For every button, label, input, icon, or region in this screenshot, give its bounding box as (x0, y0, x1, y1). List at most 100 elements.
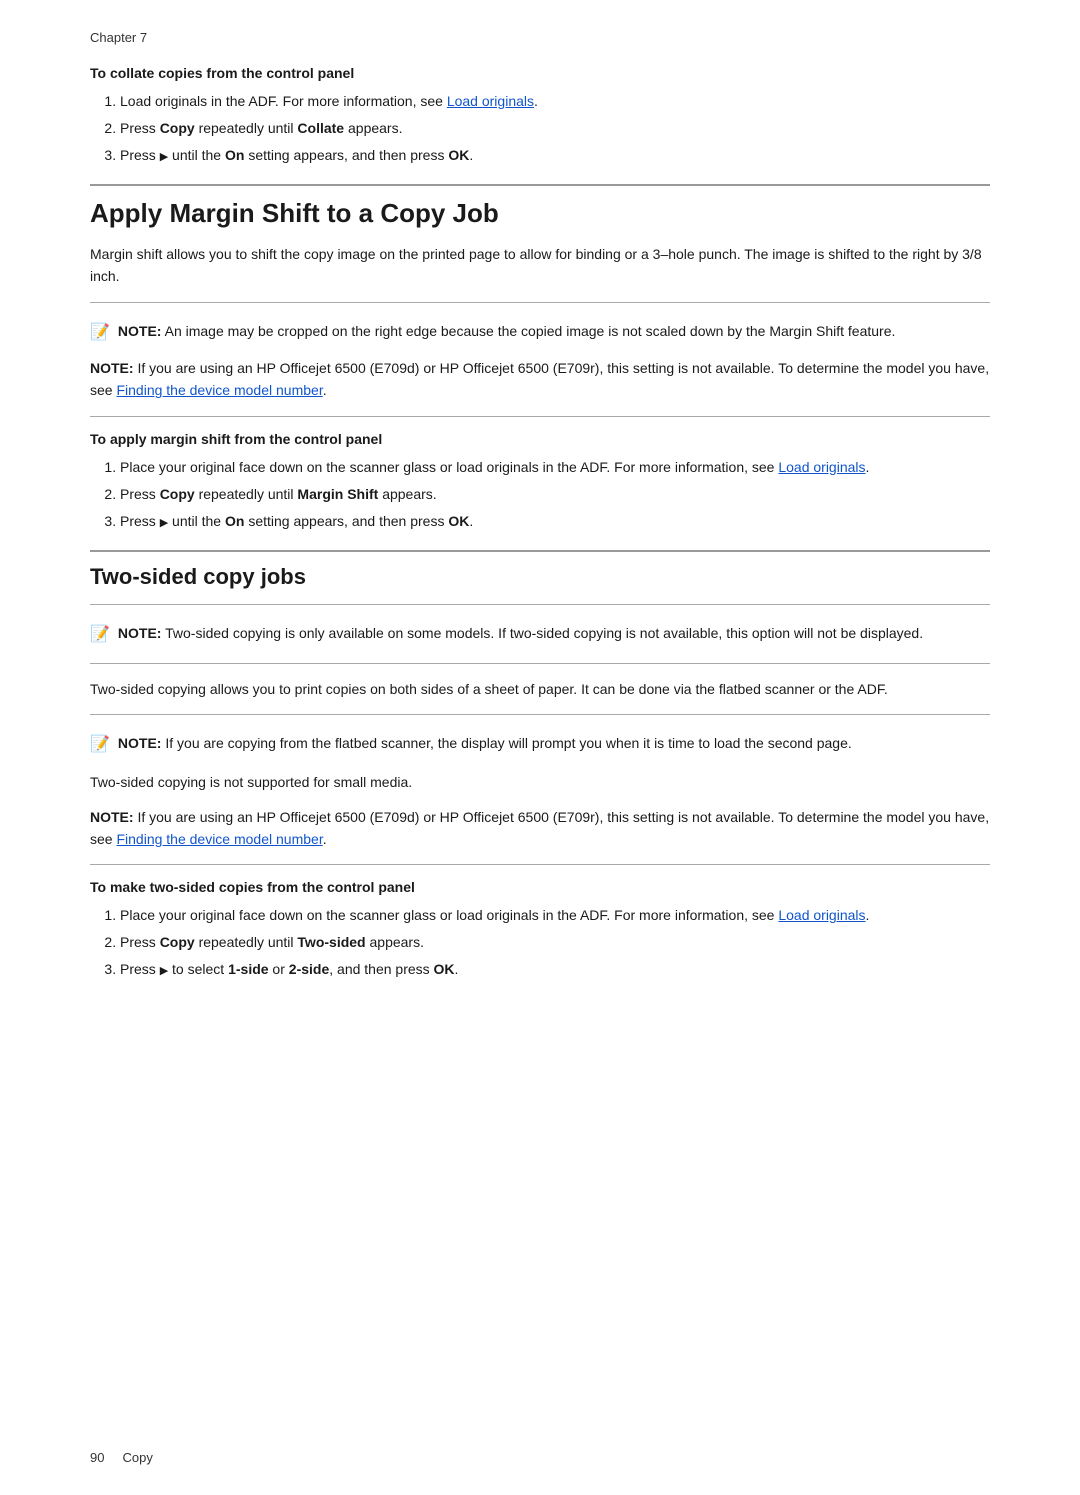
divider-4 (90, 663, 990, 664)
footer-section: Copy (122, 1450, 152, 1465)
two-sided-step3-bold2: 2-side (289, 961, 329, 977)
collate-step1-text-after: . (534, 93, 538, 109)
two-sided-step3-text5: . (455, 961, 459, 977)
two-sided-step2-bold1: Copy (160, 934, 195, 950)
two-sided-step-2: Press Copy repeatedly until Two-sided ap… (120, 932, 990, 953)
two-sided-note3: NOTE: If you are using an HP Officejet 6… (90, 807, 990, 850)
load-originals-link-2[interactable]: Load originals (778, 459, 865, 475)
two-sided-subheading: To make two-sided copies from the contro… (90, 879, 990, 895)
two-sided-steps: Place your original face down on the sca… (120, 905, 990, 980)
divider-1 (90, 302, 990, 303)
divider-5 (90, 714, 990, 715)
collate-step3-text1: Press (120, 147, 160, 163)
two-sided-step3-bold3: OK (434, 961, 455, 977)
divider-2 (90, 416, 990, 417)
two-sided-step-1: Place your original face down on the sca… (120, 905, 990, 926)
note-icon-2: 📝 (90, 624, 110, 644)
footer-page-number: 90 (90, 1450, 104, 1465)
play-icon-2 (160, 513, 168, 529)
note-icon-1: 📝 (90, 322, 110, 342)
apply-margin-body: Margin shift allows you to shift the cop… (90, 243, 990, 288)
collate-step3-text2: until the (168, 147, 225, 163)
margin-step3-text4: . (469, 513, 473, 529)
apply-margin-steps: Place your original face down on the sca… (120, 457, 990, 532)
margin-step2-text2: repeatedly until (195, 486, 298, 502)
two-sided-step-3: Press to select 1-side or 2-side, and th… (120, 959, 990, 980)
two-sided-note1-label: NOTE: (118, 625, 162, 641)
margin-step3-text3: setting appears, and then press (244, 513, 448, 529)
margin-step-2: Press Copy repeatedly until Margin Shift… (120, 484, 990, 505)
divider-3 (90, 604, 990, 605)
margin-step-3: Press until the On setting appears, and … (120, 511, 990, 532)
two-sided-note1-text: Two-sided copying is only available on s… (161, 625, 923, 641)
margin-step3-bold2: OK (448, 513, 469, 529)
two-sided-note2-label: NOTE: (118, 735, 162, 751)
two-sided-note1-content: NOTE: Two-sided copying is only availabl… (118, 623, 923, 645)
collate-step-1: Load originals in the ADF. For more info… (120, 91, 990, 112)
two-sided-note2-content: NOTE: If you are copying from the flatbe… (118, 733, 852, 755)
collate-step2-text2: repeatedly until (195, 120, 298, 136)
collate-heading: To collate copies from the control panel (90, 65, 990, 81)
note1-text: An image may be cropped on the right edg… (161, 323, 895, 339)
two-sided-step2-text3: appears. (366, 934, 424, 950)
collate-step-3: Press until the On setting appears, and … (120, 145, 990, 166)
two-sided-step3-bold1: 1-side (228, 961, 268, 977)
two-sided-body2: Two-sided copying is not supported for s… (90, 771, 990, 793)
two-sided-note1: 📝 NOTE: Two-sided copying is only availa… (90, 619, 990, 649)
two-sided-step3-text3: or (269, 961, 289, 977)
load-originals-link-3[interactable]: Load originals (778, 907, 865, 923)
two-sided-step2-text1: Press (120, 934, 160, 950)
two-sided-note2: 📝 NOTE: If you are copying from the flat… (90, 729, 990, 759)
note1-label: NOTE: (118, 323, 162, 339)
finding-device-link-2[interactable]: Finding the device model number (116, 831, 322, 847)
margin-step3-text1: Press (120, 513, 160, 529)
two-sided-heading: Two-sided copy jobs (90, 550, 990, 590)
two-sided-step3-text4: , and then press (329, 961, 433, 977)
apply-margin-note1: 📝 NOTE: An image may be cropped on the r… (90, 317, 990, 347)
collate-steps: Load originals in the ADF. For more info… (120, 91, 990, 166)
two-sided-step3-text1: Press (120, 961, 160, 977)
collate-step3-text3: setting appears, and then press (244, 147, 448, 163)
chapter-label: Chapter 7 (90, 30, 990, 45)
margin-step-1: Place your original face down on the sca… (120, 457, 990, 478)
footer: 90 Copy (90, 1450, 990, 1465)
note2-text-after: . (323, 382, 327, 398)
collate-step2-bold2: Collate (297, 120, 344, 136)
margin-step3-bold1: On (225, 513, 244, 529)
margin-step2-text1: Press (120, 486, 160, 502)
divider-6 (90, 864, 990, 865)
collate-step1-text-before: Load originals in the ADF. For more info… (120, 93, 447, 109)
two-sided-note2-text: If you are copying from the flatbed scan… (161, 735, 851, 751)
two-sided-step1-text1: Place your original face down on the sca… (120, 907, 778, 923)
apply-margin-heading: Apply Margin Shift to a Copy Job (90, 184, 990, 229)
apply-margin-subheading: To apply margin shift from the control p… (90, 431, 990, 447)
finding-device-link-1[interactable]: Finding the device model number (116, 382, 322, 398)
collate-step3-bold2: OK (448, 147, 469, 163)
collate-step2-bold1: Copy (160, 120, 195, 136)
margin-step1-text1: Place your original face down on the sca… (120, 459, 778, 475)
collate-step-2: Press Copy repeatedly until Collate appe… (120, 118, 990, 139)
margin-step2-text3: appears. (378, 486, 436, 502)
two-sided-step2-text2: repeatedly until (195, 934, 298, 950)
two-sided-step3-text2: to select (168, 961, 228, 977)
margin-step2-bold1: Copy (160, 486, 195, 502)
collate-step3-bold1: On (225, 147, 244, 163)
play-icon-3 (160, 961, 168, 977)
note2-label: NOTE: (90, 360, 134, 376)
page-container: Chapter 7 To collate copies from the con… (0, 0, 1080, 1072)
note-icon-3: 📝 (90, 734, 110, 754)
margin-step1-text2: . (866, 459, 870, 475)
two-sided-step1-text2: . (866, 907, 870, 923)
apply-margin-note2: NOTE: If you are using an HP Officejet 6… (90, 358, 990, 401)
two-sided-body1: Two-sided copying allows you to print co… (90, 678, 990, 700)
collate-step3-text4: . (469, 147, 473, 163)
margin-step3-text2: until the (168, 513, 225, 529)
note1-content: NOTE: An image may be cropped on the rig… (118, 321, 895, 343)
load-originals-link-1[interactable]: Load originals (447, 93, 534, 109)
collate-step2-text3: appears. (344, 120, 402, 136)
two-sided-step2-bold2: Two-sided (297, 934, 365, 950)
play-icon-1 (160, 147, 168, 163)
two-sided-note3-text-after: . (323, 831, 327, 847)
two-sided-note3-label: NOTE: (90, 809, 134, 825)
collate-step2-text1: Press (120, 120, 160, 136)
